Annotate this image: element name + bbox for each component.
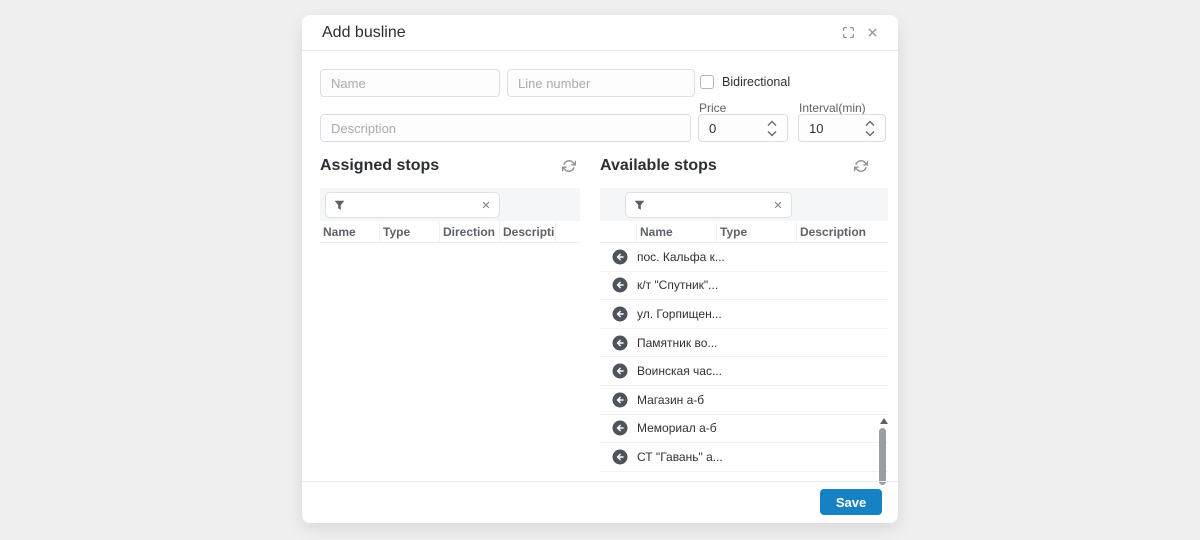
name-input[interactable] <box>320 69 500 97</box>
available-stop-row[interactable]: Воинская час... <box>600 357 888 386</box>
price-label: Price <box>699 101 726 115</box>
modal-header: Add busline <box>302 15 898 51</box>
modal-title: Add busline <box>322 24 834 42</box>
interval-increment-button[interactable] <box>864 120 876 127</box>
available-col-name: Name <box>637 221 717 242</box>
interval-decrement-button[interactable] <box>864 130 876 137</box>
available-stop-row[interactable]: Магазин а-б <box>600 386 888 415</box>
price-decrement-button[interactable] <box>766 130 778 137</box>
available-filter-row <box>600 188 888 221</box>
filter-funnel-icon <box>634 200 645 211</box>
line-number-input[interactable] <box>507 69 695 97</box>
description-input[interactable] <box>320 114 691 142</box>
bidirectional-label: Bidirectional <box>722 75 790 89</box>
available-filter-box[interactable] <box>625 192 792 218</box>
add-stop-button[interactable] <box>612 420 628 436</box>
available-filter-input[interactable] <box>651 198 767 212</box>
available-refresh-icon[interactable] <box>853 158 869 174</box>
assigned-filter-clear-icon[interactable] <box>481 200 491 210</box>
add-stop-button[interactable] <box>612 392 628 408</box>
stop-name: ул. Горпищен... <box>637 307 722 321</box>
add-stop-button[interactable] <box>612 363 628 379</box>
available-col-add <box>600 221 637 242</box>
available-stops-list: пос. Кальфа к... к/т "Спутник"... ул. Го… <box>600 243 888 472</box>
stop-name: Магазин а-б <box>637 393 704 407</box>
available-table-header: Name Type Description <box>600 221 888 243</box>
stop-name: пос. Кальфа к... <box>637 250 725 264</box>
add-stop-button[interactable] <box>612 335 628 351</box>
assigned-col-name: Name <box>320 221 380 242</box>
interval-spinner <box>798 114 886 142</box>
price-spinner <box>698 114 788 142</box>
available-filter-clear-icon[interactable] <box>773 200 783 210</box>
available-col-description: Description <box>797 221 884 242</box>
add-stop-button[interactable] <box>612 306 628 322</box>
page-background: Add busline Bidirectional Price Interval… <box>0 0 1200 540</box>
available-stop-row[interactable]: ул. Горпищен... <box>600 300 888 329</box>
close-icon[interactable] <box>862 23 882 43</box>
add-busline-modal: Add busline Bidirectional Price Interval… <box>302 15 898 523</box>
add-stop-button[interactable] <box>612 449 628 465</box>
available-stop-row[interactable]: к/т "Спутник"... <box>600 272 888 301</box>
stop-name: Памятник во... <box>637 336 717 350</box>
assigned-col-actions <box>556 221 580 242</box>
assigned-filter-row <box>320 188 580 221</box>
available-stop-row[interactable]: Памятник во... <box>600 329 888 358</box>
available-stop-row[interactable]: Мемориал а-б <box>600 415 888 444</box>
interval-label: Interval(min) <box>799 101 866 115</box>
scrollbar-thumb[interactable] <box>879 428 886 485</box>
add-stop-button[interactable] <box>612 249 628 265</box>
price-increment-button[interactable] <box>766 120 778 127</box>
available-stop-row[interactable]: СТ "Гавань" а... <box>600 443 888 472</box>
assigned-refresh-icon[interactable] <box>561 158 577 174</box>
assigned-table-header: Name Type Direction Description <box>320 221 580 243</box>
stop-name: СТ "Гавань" а... <box>637 450 723 464</box>
scroll-up-icon[interactable] <box>880 418 888 424</box>
bidirectional-checkbox[interactable] <box>700 75 714 89</box>
stop-name: Мемориал а-б <box>637 421 717 435</box>
add-stop-button[interactable] <box>612 277 628 293</box>
modal-footer: Save <box>302 481 898 523</box>
available-stops-title: Available stops <box>600 157 717 175</box>
stop-name: к/т "Спутник"... <box>637 278 718 292</box>
stop-name: Воинская час... <box>637 364 722 378</box>
bidirectional-checkbox-wrap[interactable]: Bidirectional <box>700 75 790 89</box>
fullscreen-icon[interactable] <box>838 23 858 43</box>
interval-spinner-buttons <box>864 120 876 137</box>
assigned-stops-panel: Name Type Direction Description <box>320 188 580 243</box>
available-stops-panel: Name Type Description пос. Кальфа к... к… <box>600 188 888 472</box>
assigned-col-type: Type <box>380 221 440 242</box>
assigned-stops-title: Assigned stops <box>320 157 439 175</box>
assigned-col-description: Description <box>500 221 556 242</box>
save-button[interactable]: Save <box>820 489 882 515</box>
available-col-type: Type <box>717 221 797 242</box>
assigned-col-direction: Direction <box>440 221 500 242</box>
assigned-filter-input[interactable] <box>351 198 475 212</box>
filter-funnel-icon <box>334 200 345 211</box>
available-stop-row[interactable]: пос. Кальфа к... <box>600 243 888 272</box>
price-spinner-buttons <box>766 120 778 137</box>
assigned-filter-box[interactable] <box>325 192 500 218</box>
